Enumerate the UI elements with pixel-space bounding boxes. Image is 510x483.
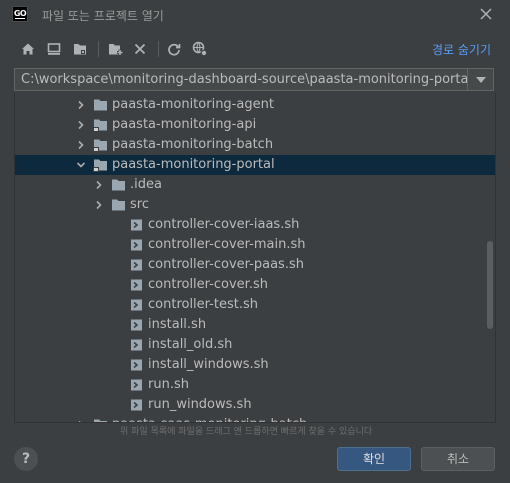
delete-button[interactable] [130, 39, 150, 59]
close-button[interactable] [476, 4, 496, 24]
goland-logo-icon: GO [12, 6, 28, 22]
module-folder-icon [93, 139, 107, 152]
toolbar-divider [98, 41, 99, 57]
tree-row[interactable]: paasta-monitoring-batch [15, 135, 495, 155]
tree-row-label: run.sh [148, 377, 189, 392]
tree-row[interactable]: install_old.sh [15, 335, 495, 355]
tree-row-label: .idea [130, 177, 162, 192]
refresh-icon [168, 43, 181, 56]
tree-scrollbar[interactable] [487, 241, 493, 329]
chevron-right-icon[interactable] [93, 199, 105, 211]
module-folder-icon [93, 119, 107, 132]
desktop-icon [47, 43, 61, 55]
tree-row[interactable]: controller-cover-iaas.sh [15, 215, 495, 235]
chevron-down-icon [475, 76, 486, 83]
tree-row-label: controller-cover.sh [148, 277, 268, 292]
shell-script-icon [131, 359, 142, 371]
shell-script-icon [131, 339, 142, 351]
tree-row-label: src [130, 197, 149, 212]
tree-row-label: paasta-saas-monitoring-batch [112, 417, 307, 422]
tree-row[interactable]: paasta-monitoring-agent [15, 95, 495, 115]
tree-row[interactable]: install.sh [15, 315, 495, 335]
tree-row[interactable]: paasta-saas-monitoring-batch [15, 415, 495, 423]
folder-icon [94, 99, 107, 111]
tree-row-label: install_old.sh [148, 337, 233, 352]
tree-row[interactable]: run_windows.sh [15, 395, 495, 415]
tree-row-label: controller-test.sh [148, 297, 258, 312]
tree-row-label: install.sh [148, 317, 207, 332]
chevron-right-icon[interactable] [75, 139, 87, 151]
shell-script-icon [131, 239, 142, 251]
chevron-right-icon[interactable] [75, 119, 87, 131]
tree-row-label: paasta-monitoring-portal [112, 157, 275, 172]
close-icon [480, 8, 492, 20]
project-folder-icon [74, 44, 86, 55]
chevron-right-icon[interactable] [75, 99, 87, 111]
shell-script-icon [131, 399, 142, 411]
home-icon [22, 43, 34, 55]
new-folder-icon [109, 44, 123, 56]
chevron-down-icon[interactable] [75, 159, 87, 171]
shell-script-icon [131, 319, 142, 331]
folder-icon [112, 179, 125, 191]
tree-row-label: paasta-monitoring-api [112, 117, 257, 132]
shell-script-icon [131, 219, 142, 231]
refresh-button[interactable] [164, 39, 184, 59]
tree-row-label: run_windows.sh [148, 397, 252, 412]
tree-row[interactable]: src [15, 195, 495, 215]
new-folder-button[interactable] [106, 39, 126, 59]
desktop-button[interactable] [44, 39, 64, 59]
title-bar: GO 파일 또는 프로젝트 열기 [0, 0, 510, 30]
delete-icon [134, 43, 146, 55]
toolbar: 경로 숨기기 [14, 36, 496, 62]
tree-row[interactable]: run.sh [15, 375, 495, 395]
show-hidden-button[interactable] [190, 39, 210, 59]
shell-script-icon [131, 279, 142, 291]
folder-icon [112, 199, 125, 211]
drag-drop-hint: 위 파일 목록에 파일을 드래그 앤 드롭하면 빠르게 찾을 수 있습니다 [120, 427, 373, 437]
tree-row[interactable]: controller-cover-paas.sh [15, 255, 495, 275]
file-tree[interactable]: paasta-monitoring-agent paasta-monitoring… [14, 93, 496, 423]
tree-row[interactable]: controller-test.sh [15, 295, 495, 315]
tree-row-label: controller-cover-iaas.sh [148, 217, 300, 232]
tree-row-label: controller-cover-main.sh [148, 237, 306, 252]
cancel-button[interactable]: 취소 [421, 447, 495, 471]
shell-script-icon [131, 379, 142, 391]
chevron-right-icon[interactable] [75, 419, 87, 423]
shell-script-icon [131, 299, 142, 311]
home-button[interactable] [18, 39, 38, 59]
module-folder-icon [93, 159, 107, 172]
tree-row[interactable]: paasta-monitoring-portal [15, 155, 495, 175]
path-history-dropdown[interactable] [467, 69, 493, 90]
path-combobox [14, 68, 494, 91]
tree-row-label: paasta-monitoring-batch [112, 137, 274, 152]
module-folder-icon [94, 419, 107, 422]
project-folder-button[interactable] [70, 39, 90, 59]
path-input[interactable] [15, 69, 467, 90]
shell-script-icon [131, 259, 142, 271]
tree-row[interactable]: .idea [15, 175, 495, 195]
tree-row[interactable]: paasta-monitoring-api [15, 115, 495, 135]
show-hidden-icon [192, 41, 208, 57]
toolbar-divider [158, 41, 159, 57]
tree-row-label: controller-cover-paas.sh [148, 257, 304, 272]
tree-row[interactable]: controller-cover.sh [15, 275, 495, 295]
ok-button[interactable]: 확인 [337, 447, 411, 471]
tree-row[interactable]: controller-cover-main.sh [15, 235, 495, 255]
tree-row-label: paasta-monitoring-agent [112, 97, 274, 112]
dialog-title: 파일 또는 프로젝트 열기 [42, 9, 164, 23]
tree-row-label: install_windows.sh [148, 357, 269, 372]
help-button[interactable]: ? [14, 447, 38, 471]
tree-row[interactable]: install_windows.sh [15, 355, 495, 375]
chevron-right-icon[interactable] [93, 179, 105, 191]
hide-path-link[interactable]: 경로 숨기기 [432, 41, 491, 58]
